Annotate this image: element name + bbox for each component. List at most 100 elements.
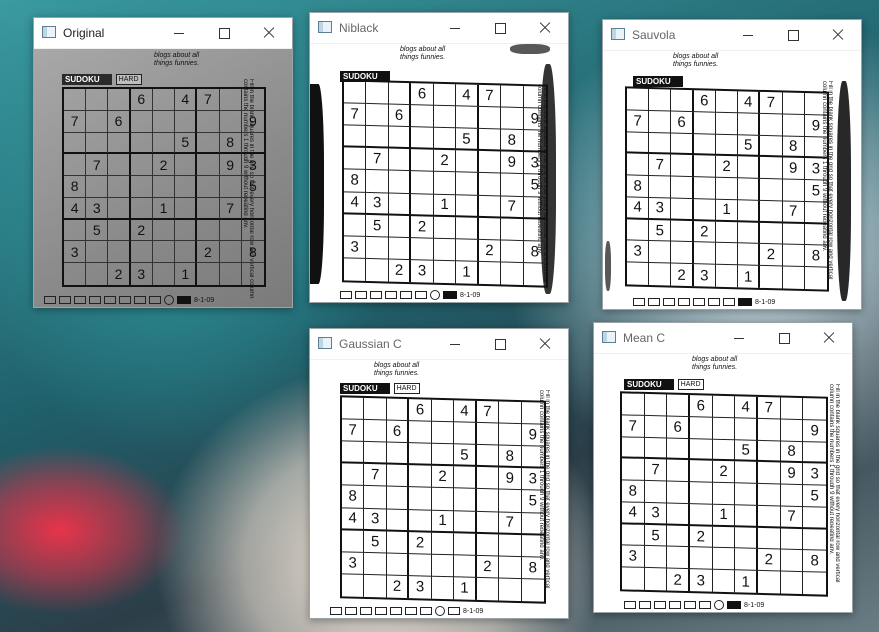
sudoku-cell [130,110,153,133]
sudoku-cell [433,238,457,262]
sudoku-cell [738,113,761,136]
sudoku-cell [366,81,389,105]
sudoku-cell [409,421,432,444]
footer-code: 8-1-09 [460,291,481,299]
sudoku-cell: 3 [622,545,645,569]
sudoku-cell: 6 [667,416,690,439]
sudoku-cell [478,195,502,219]
sauvola-window[interactable]: Sauvola blogs about all things funnies. S… [602,19,862,310]
maximize-icon[interactable] [213,22,235,44]
paper-binarized: blogs about all things funnies. SUDOKU Fi… [603,51,861,309]
niblack-titlebar[interactable]: Niblack [310,13,568,44]
sudoku-cell [476,489,500,513]
sudoku-cell [521,402,544,425]
sudoku-cell: 1 [735,570,758,593]
sudoku-cell: 2 [693,220,716,244]
sudoku-cell: 4 [738,91,761,114]
maximize-icon[interactable] [773,327,795,349]
mean-titlebar[interactable]: Mean C [594,323,852,354]
sudoku-cell: 5 [523,174,546,198]
sudoku-cell [760,157,783,180]
sudoku-cell [523,196,546,220]
sudoku-cell [667,481,690,504]
sudoku-cell: 7 [219,197,242,220]
sudoku-cell [64,132,87,155]
close-icon[interactable] [818,327,840,349]
sudoku-cell [454,466,477,490]
minimize-icon[interactable] [728,327,750,349]
sudoku-cell [152,176,176,198]
sudoku-cell [715,243,739,266]
sudoku-cell: 7 [478,84,502,108]
sudoku-cell: 8 [501,129,524,153]
sudoku-cell [454,555,477,578]
sudoku-cell [108,219,131,242]
sudoku-cell: 2 [689,525,713,549]
sudoku-cell [804,201,827,225]
sudoku-cell [386,486,410,510]
original-window[interactable]: Original blogs about all things funnies. … [33,17,293,308]
sudoku-cell: 8 [344,169,367,193]
close-icon[interactable] [534,17,556,39]
sudoku-cell: 4 [627,197,650,220]
sudoku-cell [364,442,387,465]
window-app-icon [602,331,616,343]
sudoku-cell [712,482,736,506]
sudoku-cell [757,571,781,594]
sudoku-cell [622,523,645,547]
sudoku-cell [671,220,694,243]
close-icon[interactable] [258,22,280,44]
sudoku-cell [521,446,544,469]
minimize-icon[interactable] [168,22,190,44]
sudoku-cell [409,465,432,489]
sudoku-cell [411,105,434,128]
minimize-icon[interactable] [737,24,759,46]
sudoku-cell [689,460,713,483]
sudoku-cell [780,484,804,507]
sudoku-cell [342,530,365,553]
sudoku-cell: 9 [241,111,264,133]
minimize-icon[interactable] [444,333,466,355]
sudoku-cell [738,200,761,223]
sudoku-cell: 7 [364,464,387,487]
sudoku-cell: 5 [738,134,761,158]
sudoku-cell [433,127,457,151]
sudoku-cell [499,401,522,425]
sudoku-cell [622,567,645,590]
sudoku-cell [219,110,242,133]
sudoku-cell: 5 [456,128,479,152]
sudoku-cell: 2 [431,466,455,489]
sudoku-cell [644,415,668,439]
maximize-icon[interactable] [489,17,511,39]
sudoku-cell [152,110,176,133]
sudoku-cell: 8 [782,136,805,159]
close-icon[interactable] [827,24,849,46]
sudoku-cell [388,82,412,106]
original-titlebar[interactable]: Original [34,18,292,49]
gaussian-titlebar[interactable]: Gaussian C [310,329,568,360]
minimize-icon[interactable] [444,17,466,39]
sudoku-cell [130,176,153,198]
close-icon[interactable] [534,333,556,355]
sudoku-cell [689,547,713,570]
sudoku-cell [431,532,455,556]
sudoku-cell [197,263,220,285]
maximize-icon[interactable] [782,24,804,46]
sauvola-titlebar[interactable]: Sauvola [603,20,861,51]
sudoku-cell: 1 [152,197,176,220]
niblack-window[interactable]: Niblack blogs about all things funnies. S… [309,12,569,303]
instructions-text: Fill in the blank squares in the grid so… [830,384,840,599]
sudoku-cell [130,197,153,220]
difficulty-tag: HARD [115,73,142,85]
sudoku-cell [689,482,713,505]
footer-strip: 8-1-09 [624,599,765,611]
sudoku-cell [501,107,524,131]
sudoku-cell [108,241,131,264]
gaussian-window[interactable]: Gaussian C blogs about all things funnies… [309,328,569,619]
sudoku-cell: 7 [649,154,672,177]
sudoku-cell [501,218,524,241]
sudoku-cell [627,219,650,242]
maximize-icon[interactable] [489,333,511,355]
sudoku-cell: 8 [219,132,242,155]
mean-window[interactable]: Mean C blogs about all things funnies. SU… [593,322,853,613]
